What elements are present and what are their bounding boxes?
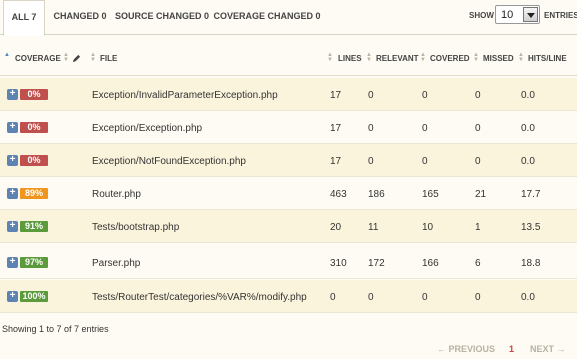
covered-value: 0 [422,292,428,303]
missed-value: 6 [475,258,481,269]
covered-value: 166 [422,258,439,269]
lines-value: 0 [330,292,336,303]
page-button-current[interactable]: 1 [509,344,514,354]
table-info: Showing 1 to 7 of 7 entries [2,324,109,334]
missed-value: 0 [475,292,481,303]
sort-arrows-icon: ▲ ▼ [518,52,524,63]
hits-per-line-value: 18.8 [521,258,541,269]
covered-value: 0 [422,156,428,167]
plus-icon[interactable]: + [7,188,18,199]
column-header-coverage[interactable]: COVERAGE [15,54,61,63]
plus-icon[interactable]: + [7,291,18,302]
chevron-down-icon[interactable] [523,7,538,22]
hits-per-line-value: 0.0 [521,90,535,101]
missed-value: 0 [475,123,481,134]
column-header-missed[interactable]: MISSED [483,54,514,63]
entries-label: ENTRIES [544,11,577,20]
lines-value: 17 [330,156,342,167]
table-row[interactable]: + 0% Exception/NotFoundException.php 17 … [0,144,577,177]
plus-icon[interactable]: + [7,155,18,166]
covered-value: 0 [422,123,428,134]
file-link[interactable]: Exception/Exception.php [92,123,202,134]
relevant-value: 0 [368,156,374,167]
hits-per-line-value: 13.5 [521,222,541,233]
lines-value: 17 [330,123,342,134]
missed-value: 21 [475,189,487,200]
coverage-badge: 91% [20,221,48,232]
table-row[interactable]: + 0% Exception/InvalidParameterException… [0,78,577,111]
tab-source-changed[interactable]: SOURCE CHANGED 0 [114,0,210,35]
table-row[interactable]: + 89% Router.php 463 186 165 21 17.7 [0,177,577,210]
relevant-value: 172 [368,258,385,269]
coverage-badge: 0% [20,155,48,166]
relevant-value: 0 [368,292,374,303]
lines-value: 17 [330,90,342,101]
missed-value: 0 [475,90,481,101]
table-row[interactable]: + 100% Tests/RouterTest/categories/%VAR%… [0,280,577,313]
file-link[interactable]: Parser.php [92,258,140,269]
relevant-value: 11 [368,222,379,233]
table-row[interactable]: + 0% Exception/Exception.php 17 0 0 0 0.… [0,111,577,144]
column-header-hits-per-line[interactable]: HITS/LINE [528,54,567,63]
covered-value: 0 [422,90,428,101]
tab-all[interactable]: ALL 7 [3,0,45,36]
sort-arrows-icon: ▲ ▼ [473,52,479,63]
relevant-value: 186 [368,189,385,200]
previous-button[interactable]: ← PREVIOUS [437,344,495,354]
file-link[interactable]: Router.php [92,189,141,200]
plus-icon[interactable]: + [7,122,18,133]
hits-per-line-value: 17.7 [521,189,541,200]
hits-per-line-value: 0.0 [521,123,535,134]
pencil-icon[interactable] [72,54,81,63]
sort-arrows-icon: ▲ [4,52,10,58]
column-header-file[interactable]: FILE [100,54,117,63]
lines-value: 20 [330,222,342,233]
hits-per-line-value: 0.0 [521,292,535,303]
sort-arrows-icon: ▲ ▼ [63,52,69,63]
next-button[interactable]: NEXT → [530,344,566,354]
entries-per-page-select[interactable]: 10 [495,5,540,24]
missed-value: 1 [475,222,481,233]
coverage-badge: 89% [20,188,48,199]
missed-value: 0 [475,156,481,167]
tab-changed[interactable]: CHANGED 0 [46,0,114,35]
coverage-badge: 97% [20,257,48,268]
relevant-value: 0 [368,123,374,134]
covered-value: 10 [422,222,434,233]
plus-icon[interactable]: + [7,257,18,268]
sort-arrows-icon: ▲ ▼ [327,52,333,63]
lines-value: 310 [330,258,347,269]
sort-arrows-icon: ▲ ▼ [420,52,426,63]
covered-value: 165 [422,189,439,200]
column-header-relevant[interactable]: RELEVANT [376,54,419,63]
lines-value: 463 [330,189,347,200]
coverage-badge: 100% [20,291,48,302]
filter-tabs: ALL 7 CHANGED 0 SOURCE CHANGED 0 COVERAG… [0,0,577,36]
plus-icon[interactable]: + [7,221,18,232]
file-link[interactable]: Tests/RouterTest/categories/%VAR%/modify… [92,292,307,303]
file-link[interactable]: Exception/InvalidParameterException.php [92,90,278,101]
coverage-badge: 0% [20,122,48,133]
file-link[interactable]: Tests/bootstrap.php [92,222,179,233]
sort-arrows-icon: ▲ ▼ [366,52,372,63]
table-header: ▲ COVERAGE ▲ ▼ ▲ ▼ FILE ▲ ▼ LINES ▲ ▼ RELEVA… [0,44,577,76]
file-link[interactable]: Exception/NotFoundException.php [92,156,246,167]
table-row[interactable]: + 91% Tests/bootstrap.php 20 11 10 1 13.… [0,210,577,243]
entries-per-page-value: 10 [501,9,514,21]
column-header-covered[interactable]: COVERED [430,54,470,63]
show-label: SHOW [469,11,494,20]
sort-arrows-icon: ▲ ▼ [90,52,96,63]
plus-icon[interactable]: + [7,89,18,100]
coverage-badge: 0% [20,89,48,100]
table-row[interactable]: + 97% Parser.php 310 172 166 6 18.8 [0,246,577,279]
hits-per-line-value: 0.0 [521,156,535,167]
relevant-value: 0 [368,90,374,101]
column-header-lines[interactable]: LINES [338,54,362,63]
tab-coverage-changed[interactable]: COVERAGE CHANGED 0 [210,0,324,35]
